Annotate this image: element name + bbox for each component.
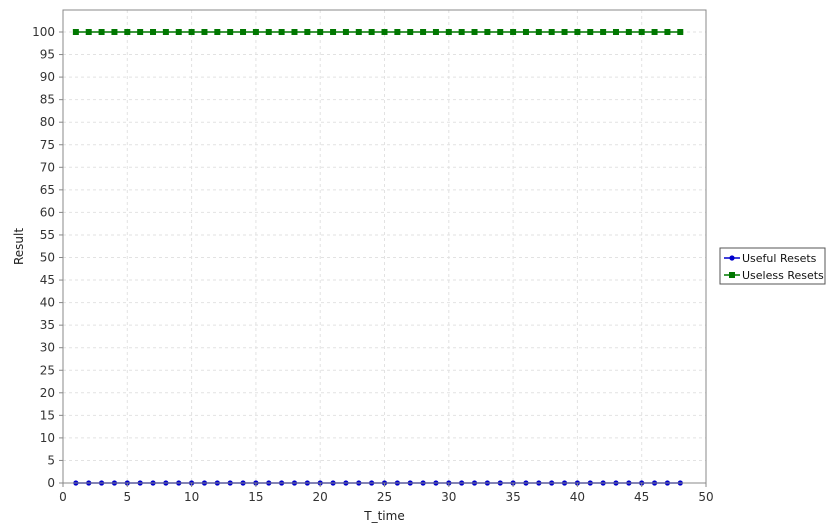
data-point — [278, 29, 285, 35]
x-tick-label: 20 — [313, 490, 328, 504]
data-point — [625, 29, 632, 35]
data-point — [484, 29, 491, 35]
data-point — [561, 29, 568, 35]
data-point — [548, 29, 555, 35]
data-point — [574, 29, 581, 35]
data-point — [600, 29, 607, 35]
x-tick-label: 15 — [248, 490, 263, 504]
data-point — [612, 29, 619, 35]
y-tick-label: 10 — [40, 431, 55, 445]
y-tick-label: 85 — [40, 93, 55, 107]
y-tick-label: 75 — [40, 138, 55, 152]
data-point — [304, 29, 311, 35]
y-tick-label: 55 — [40, 228, 55, 242]
data-point — [368, 29, 375, 35]
data-point — [497, 29, 504, 35]
data-point — [111, 29, 118, 35]
data-point — [535, 29, 542, 35]
y-tick-label: 95 — [40, 48, 55, 62]
data-point — [317, 29, 324, 35]
data-point — [587, 29, 594, 35]
data-point — [330, 29, 337, 35]
y-tick-label: 45 — [40, 273, 55, 287]
x-tick-label: 50 — [698, 490, 713, 504]
data-point — [252, 29, 259, 35]
data-point — [522, 29, 529, 35]
data-point — [651, 29, 658, 35]
x-tick-label: 10 — [184, 490, 199, 504]
data-point — [342, 29, 349, 35]
y-tick-label: 25 — [40, 363, 55, 377]
data-point — [150, 29, 157, 35]
y-tick-label: 0 — [47, 476, 55, 490]
data-point — [214, 29, 221, 35]
legend: Useful Resets Useless Resets — [719, 247, 826, 285]
y-tick-label: 20 — [40, 386, 55, 400]
y-tick-label: 35 — [40, 318, 55, 332]
data-point — [98, 29, 105, 35]
data-point — [72, 29, 79, 35]
data-point — [124, 29, 131, 35]
data-point — [445, 29, 452, 35]
data-point — [291, 29, 298, 35]
data-point — [201, 29, 208, 35]
legend-label: Useful Resets — [742, 252, 817, 265]
chart-background — [0, 0, 826, 530]
data-point — [420, 29, 427, 35]
y-tick-label: 50 — [40, 251, 55, 265]
data-point — [355, 29, 362, 35]
data-point — [664, 29, 671, 35]
data-point — [677, 29, 684, 35]
data-point — [227, 29, 234, 35]
data-point — [458, 29, 465, 35]
y-tick-label: 70 — [40, 160, 55, 174]
data-point — [407, 29, 414, 35]
data-point — [162, 29, 169, 35]
x-tick-label: 0 — [59, 490, 67, 504]
y-tick-label: 15 — [40, 408, 55, 422]
y-tick-label: 30 — [40, 341, 55, 355]
line-chart: 0510152025303540455055606570758085909510… — [0, 0, 826, 530]
legend-label: Useless Resets — [742, 269, 824, 282]
x-tick-label: 40 — [570, 490, 585, 504]
data-point — [265, 29, 272, 35]
x-tick-label: 30 — [441, 490, 456, 504]
data-point — [638, 29, 645, 35]
y-tick-label: 5 — [47, 453, 55, 467]
x-tick-label: 25 — [377, 490, 392, 504]
y-tick-label: 90 — [40, 70, 55, 84]
data-point — [137, 29, 144, 35]
legend-marker — [729, 255, 735, 261]
x-tick-label: 45 — [634, 490, 649, 504]
x-tick-label: 5 — [123, 490, 131, 504]
data-point — [432, 29, 439, 35]
data-point — [381, 29, 388, 35]
y-tick-label: 80 — [40, 115, 55, 129]
data-point — [188, 29, 195, 35]
data-point — [85, 29, 92, 35]
data-point — [175, 29, 182, 35]
y-tick-label: 100 — [32, 25, 55, 39]
y-tick-label: 40 — [40, 296, 55, 310]
legend-marker — [729, 272, 735, 278]
y-tick-label: 65 — [40, 183, 55, 197]
data-point — [510, 29, 517, 35]
x-tick-label: 35 — [505, 490, 520, 504]
data-point — [394, 29, 401, 35]
y-axis-title: Result — [12, 228, 26, 265]
data-point — [471, 29, 478, 35]
x-axis-title: T_time — [363, 509, 404, 523]
y-tick-label: 60 — [40, 205, 55, 219]
data-point — [240, 29, 247, 35]
